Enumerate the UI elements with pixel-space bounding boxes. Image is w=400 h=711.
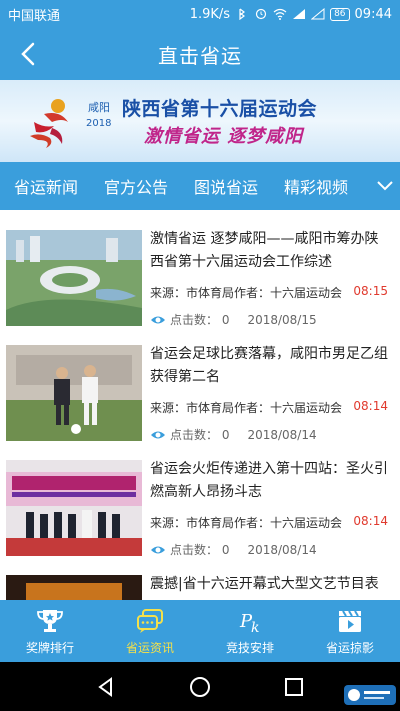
event-banner[interactable]: 咸阳 2018 陕西省第十六届运动会 激情省运 逐梦咸阳 — [0, 80, 400, 162]
news-time: 08:14 — [353, 399, 388, 413]
bottom-nav: 奖牌排行 省运资讯 P k 竞技安排 省运掠影 — [0, 600, 400, 662]
chevron-down-icon — [377, 181, 393, 191]
trophy-icon — [37, 609, 63, 632]
nav-gallery[interactable]: 省运掠影 — [300, 600, 400, 662]
tab-news[interactable]: 省运新闻 — [0, 174, 91, 198]
eye-icon — [151, 316, 165, 323]
back-triangle-icon[interactable] — [95, 676, 117, 698]
svg-text:k: k — [251, 620, 259, 635]
chevron-left-icon — [21, 42, 35, 66]
news-date: 2018/08/14 — [247, 427, 317, 442]
nav-label: 竞技安排 — [225, 640, 274, 655]
news-headline: 震撼|省十六运开幕式大型文艺节目表 — [150, 576, 379, 592]
news-date: 2018/08/14 — [247, 542, 317, 557]
banner-city: 咸阳 — [88, 101, 110, 114]
news-thumbnail — [6, 575, 142, 600]
nav-label: 省运掠影 — [325, 640, 374, 655]
news-meta: 点击数： 0 2018/08/14 — [150, 426, 317, 443]
alarm-icon — [255, 8, 267, 20]
network-speed: 1.9K/s — [189, 6, 231, 22]
banner-slogan: 激情省运 逐梦咸阳 — [144, 126, 304, 147]
click-count: 点击数： 0 — [170, 313, 230, 327]
tab-announcements[interactable]: 官方公告 — [91, 174, 181, 198]
list-item[interactable]: 省运会火炬传递进入第十四站：圣火引燃高新人昂扬斗志 来源：市体育局作者：十六届运… — [0, 448, 400, 563]
news-source: 来源：市体育局作者：十六届运动会 — [150, 516, 343, 530]
tab-photos[interactable]: 图说省运 — [181, 174, 271, 198]
news-meta: 点击数： 0 2018/08/14 — [150, 541, 317, 558]
news-thumbnail — [6, 460, 142, 556]
news-thumbnail — [6, 230, 142, 326]
list-item[interactable]: 震撼|省十六运开幕式大型文艺节目表 — [0, 563, 400, 600]
recents-square-icon[interactable] — [283, 676, 305, 698]
banner-year: 2018 — [86, 118, 112, 129]
nav-label: 奖牌排行 — [25, 640, 74, 655]
nav-news[interactable]: 省运资讯 — [100, 600, 200, 662]
eye-icon — [151, 546, 165, 553]
nav-schedule[interactable]: P k 竞技安排 — [200, 600, 300, 662]
list-item[interactable]: 省运会足球比赛落幕，咸阳市男足乙组获得第二名 来源：市体育局作者：十六届运动会 … — [0, 333, 400, 448]
news-headline: 省运会火炬传递进入第十四站：圣火引燃高新人昂扬斗志 — [150, 461, 388, 500]
news-source: 来源：市体育局作者：十六届运动会 — [150, 401, 343, 415]
back-button[interactable] — [12, 38, 44, 70]
status-bar: 中国联通 1.9K/s 86 09:44 — [0, 0, 400, 28]
news-list: 激情省运 逐梦咸阳——咸阳市筹办陕西省第十六届运动会工作综述 来源：市体育局作者… — [0, 218, 400, 600]
click-count: 点击数： 0 — [170, 428, 230, 442]
battery-level: 86 — [330, 7, 350, 21]
wifi-icon — [273, 8, 287, 20]
bluetooth-icon — [239, 8, 246, 20]
more-tabs-button[interactable] — [370, 162, 400, 210]
news-thumbnail — [6, 345, 142, 441]
tab-videos[interactable]: 精彩视频 — [271, 174, 361, 198]
news-headline: 省运会足球比赛落幕，咸阳市男足乙组获得第二名 — [150, 346, 388, 385]
eye-icon — [151, 431, 165, 438]
watermark-logo-icon — [344, 685, 396, 705]
carrier-name: 中国联通 — [8, 8, 61, 24]
news-time: 08:15 — [353, 284, 388, 298]
games-logo-icon — [30, 99, 68, 148]
system-nav-bar — [0, 662, 400, 711]
pk-icon: P k — [239, 611, 259, 635]
clock: 09:44 — [354, 6, 392, 22]
signal-icon-2 — [311, 8, 325, 20]
news-time: 08:14 — [353, 514, 388, 528]
news-headline: 激情省运 逐梦咸阳——咸阳市筹办陕西省第十六届运动会工作综述 — [150, 231, 379, 270]
page-title: 直击省运 — [158, 43, 242, 68]
click-count: 点击数： 0 — [170, 543, 230, 557]
list-item[interactable]: 激情省运 逐梦咸阳——咸阳市筹办陕西省第十六届运动会工作综述 来源：市体育局作者… — [0, 218, 400, 333]
nav-medal-ranking[interactable]: 奖牌排行 — [0, 600, 100, 662]
header-bar: 直击省运 — [0, 28, 400, 80]
chat-icon — [137, 608, 163, 633]
news-meta: 点击数： 0 2018/08/15 — [150, 311, 317, 328]
news-date: 2018/08/15 — [247, 312, 317, 327]
signal-icon — [293, 9, 306, 19]
banner-title: 陕西省第十六届运动会 — [122, 98, 318, 120]
category-tabs: 省运新闻 官方公告 图说省运 精彩视频 — [0, 162, 400, 210]
news-source: 来源：市体育局作者：十六届运动会 — [150, 286, 343, 300]
nav-label: 省运资讯 — [125, 640, 174, 655]
home-circle-icon[interactable] — [188, 675, 212, 699]
clapperboard-icon — [339, 609, 361, 632]
